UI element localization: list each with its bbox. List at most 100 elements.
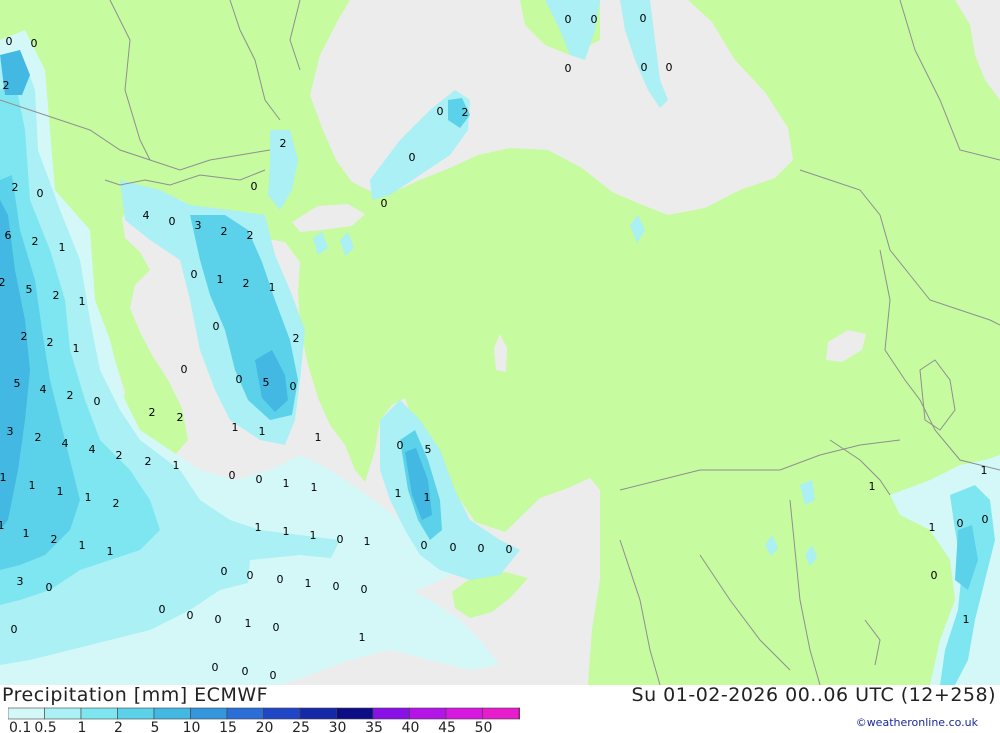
precip-value-label: 2 [280,137,287,150]
precip-value-label: 2 [221,225,228,238]
precip-value-label: 0 [450,541,457,554]
precip-value-label: 1 [255,521,262,534]
legend-label: 15 [219,720,237,733]
precip-value-label: 0 [666,61,673,74]
precip-value-label: 5 [263,376,270,389]
precip-value-label: 2 [462,106,469,119]
legend-swatch [372,707,410,720]
precip-value-label: 0 [421,539,428,552]
precip-value-label: 1 [981,464,988,477]
precip-value-label: 0 [191,268,198,281]
precip-value-label: 2 [177,411,184,424]
precip-value-label: 0 [256,473,263,486]
precip-value-label: 0 [94,395,101,408]
precip-value-label: 1 [79,295,86,308]
legend-swatch [117,707,155,720]
precip-value-label: 5 [14,377,21,390]
precip-value-label: 1 [23,527,30,540]
legend-swatch [482,707,520,720]
precip-value-label: 1 [107,545,114,558]
precip-value-label: 0 [565,62,572,75]
precip-value-label: 0 [229,469,236,482]
precip-value-label: 0 [31,37,38,50]
legend-swatch [44,707,82,720]
precip-value-label: 2 [247,229,254,242]
precip-value-label: 2 [53,289,60,302]
precip-value-label: 1 [0,471,7,484]
color-scale-legend: 0.1 0.5 1 2 5 10 15 20 25 30 35 40 45 50 [8,707,520,733]
precip-value-label: 5 [425,443,432,456]
precip-value-label: 1 [869,480,876,493]
precip-value-label: 3 [7,425,14,438]
precip-value-label: 1 [283,477,290,490]
legend-label: 40 [402,720,420,733]
precip-value-label: 2 [47,336,54,349]
precip-value-label: 2 [3,79,10,92]
legend-swatch [409,707,447,720]
precip-value-label: 0 [273,621,280,634]
precip-value-label: 1 [85,491,92,504]
precip-value-label: 2 [149,406,156,419]
precip-value-label: 1 [359,631,366,644]
legend-label: 0.5 [34,720,56,733]
precip-value-label: 6 [5,229,12,242]
legend-label: 5 [151,720,160,733]
precip-value-label: 0 [381,197,388,210]
precip-value-label: 0 [641,61,648,74]
precip-value-label: 1 [232,421,239,434]
legend-swatch [299,707,337,720]
precip-value-label: 2 [12,181,19,194]
precip-value-label: 0 [242,665,249,678]
precip-value-label: 0 [221,565,228,578]
precip-value-label: 0 [506,543,513,556]
precip-value-label: 0 [270,669,277,682]
precip-value-label: 5 [26,283,33,296]
credit-link[interactable]: ©weatheronline.co.uk [856,716,978,729]
legend-swatch [336,707,374,720]
precip-value-label: 1 [217,273,224,286]
precip-value-label: 0 [277,573,284,586]
precip-value-label: 1 [59,241,66,254]
precip-value-label: 0 [187,609,194,622]
map-title: Precipitation [mm] ECMWF [2,684,269,706]
precip-value-label: 1 [0,519,5,532]
precip-value-label: 0 [478,542,485,555]
precip-value-label: 2 [32,235,39,248]
legend-label: 45 [438,720,456,733]
legend-label: 2 [114,720,123,733]
precip-value-label: 0 [565,13,572,26]
precip-value-label: 4 [89,443,96,456]
precip-value-label: 0 [409,151,416,164]
precip-value-label: 1 [315,431,322,444]
precip-value-label: 1 [57,485,64,498]
precip-value-label: 0 [957,517,964,530]
precip-value-label: 0 [212,661,219,674]
legend-label: 25 [292,720,310,733]
precip-value-label: 1 [173,459,180,472]
precip-value-label: 2 [67,389,74,402]
precip-value-label: 0 [6,35,13,48]
precip-value-label: 1 [364,535,371,548]
precip-value-label: 0 [169,215,176,228]
precip-value-label: 3 [17,575,24,588]
precip-value-label: 2 [35,431,42,444]
precip-value-label: 0 [37,187,44,200]
precip-value-label: 0 [247,569,254,582]
precip-value-label: 1 [79,539,86,552]
precip-value-label: 0 [361,583,368,596]
precip-value-label: 0 [46,581,53,594]
valid-time: Su 01-02-2026 00..06 UTC (12+258) [631,684,996,706]
legend-swatch [263,707,301,720]
precip-value-label: 1 [259,425,266,438]
precip-value-label: 0 [982,513,989,526]
precip-value-label: 2 [51,533,58,546]
precip-value-label: 2 [21,330,28,343]
precip-value-label: 1 [29,479,36,492]
precip-value-label: 4 [40,383,47,396]
legend-label: 30 [329,720,347,733]
precip-value-label: 0 [931,569,938,582]
precip-value-label: 1 [395,487,402,500]
legend-swatch [153,707,191,720]
precip-value-label: 0 [251,180,258,193]
precip-value-label: 1 [269,281,276,294]
